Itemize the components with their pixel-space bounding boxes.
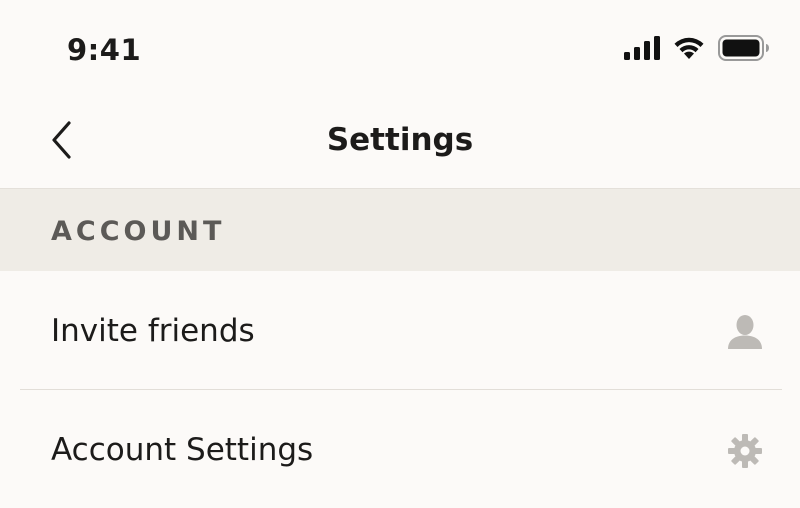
cellular-signal-icon <box>624 36 660 64</box>
section-header-label: ACCOUNT <box>51 216 226 247</box>
gear-icon <box>726 432 764 470</box>
status-time: 9:41 <box>67 33 142 67</box>
status-icons <box>624 35 770 65</box>
invite-friends-row[interactable]: Invite friends <box>0 271 800 389</box>
wifi-icon <box>672 35 706 65</box>
nav-bar: Settings <box>0 100 800 189</box>
page-title: Settings <box>326 122 474 158</box>
row-label: Invite friends <box>51 313 255 349</box>
row-label: Account Settings <box>51 432 314 468</box>
account-settings-row[interactable]: Account Settings <box>0 390 800 508</box>
status-bar: 9:41 <box>0 0 800 100</box>
person-icon <box>726 313 764 351</box>
section-header-account: ACCOUNT <box>0 189 800 271</box>
battery-icon <box>718 35 770 65</box>
